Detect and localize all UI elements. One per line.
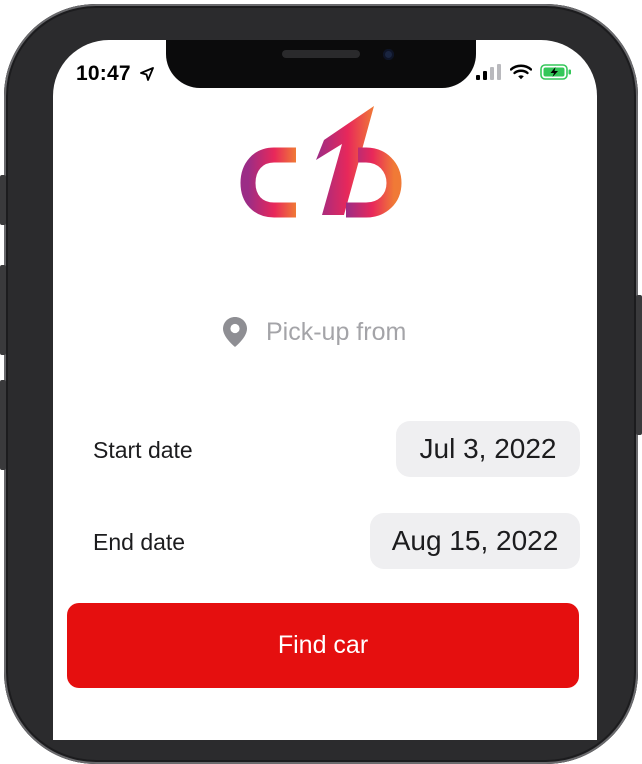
earpiece-speaker [282, 50, 360, 58]
status-indicators [476, 64, 572, 80]
car-rental-logo-icon [240, 106, 402, 218]
cellular-signal-icon [476, 64, 501, 80]
end-date-label: End date [93, 529, 186, 555]
phone-silent-switch [0, 175, 6, 225]
pickup-field[interactable] [222, 316, 486, 348]
start-date-label: Start date [93, 437, 193, 463]
start-date-picker[interactable]: Jul 3, 2022 [396, 421, 580, 477]
phone-volume-down-button [0, 380, 6, 470]
pickup-input[interactable] [266, 317, 486, 347]
battery-charging-icon [540, 64, 571, 80]
find-car-button[interactable]: Find car [67, 603, 579, 688]
end-date-picker[interactable]: Aug 15, 2022 [370, 513, 580, 569]
phone-volume-up-button [0, 265, 6, 355]
phone-notch [166, 40, 476, 88]
map-pin-icon [223, 317, 247, 347]
status-time: 10:47 [76, 62, 131, 85]
wifi-icon [510, 64, 532, 80]
phone-power-button [636, 295, 642, 435]
location-arrow-icon [140, 67, 154, 81]
front-camera [383, 49, 394, 60]
